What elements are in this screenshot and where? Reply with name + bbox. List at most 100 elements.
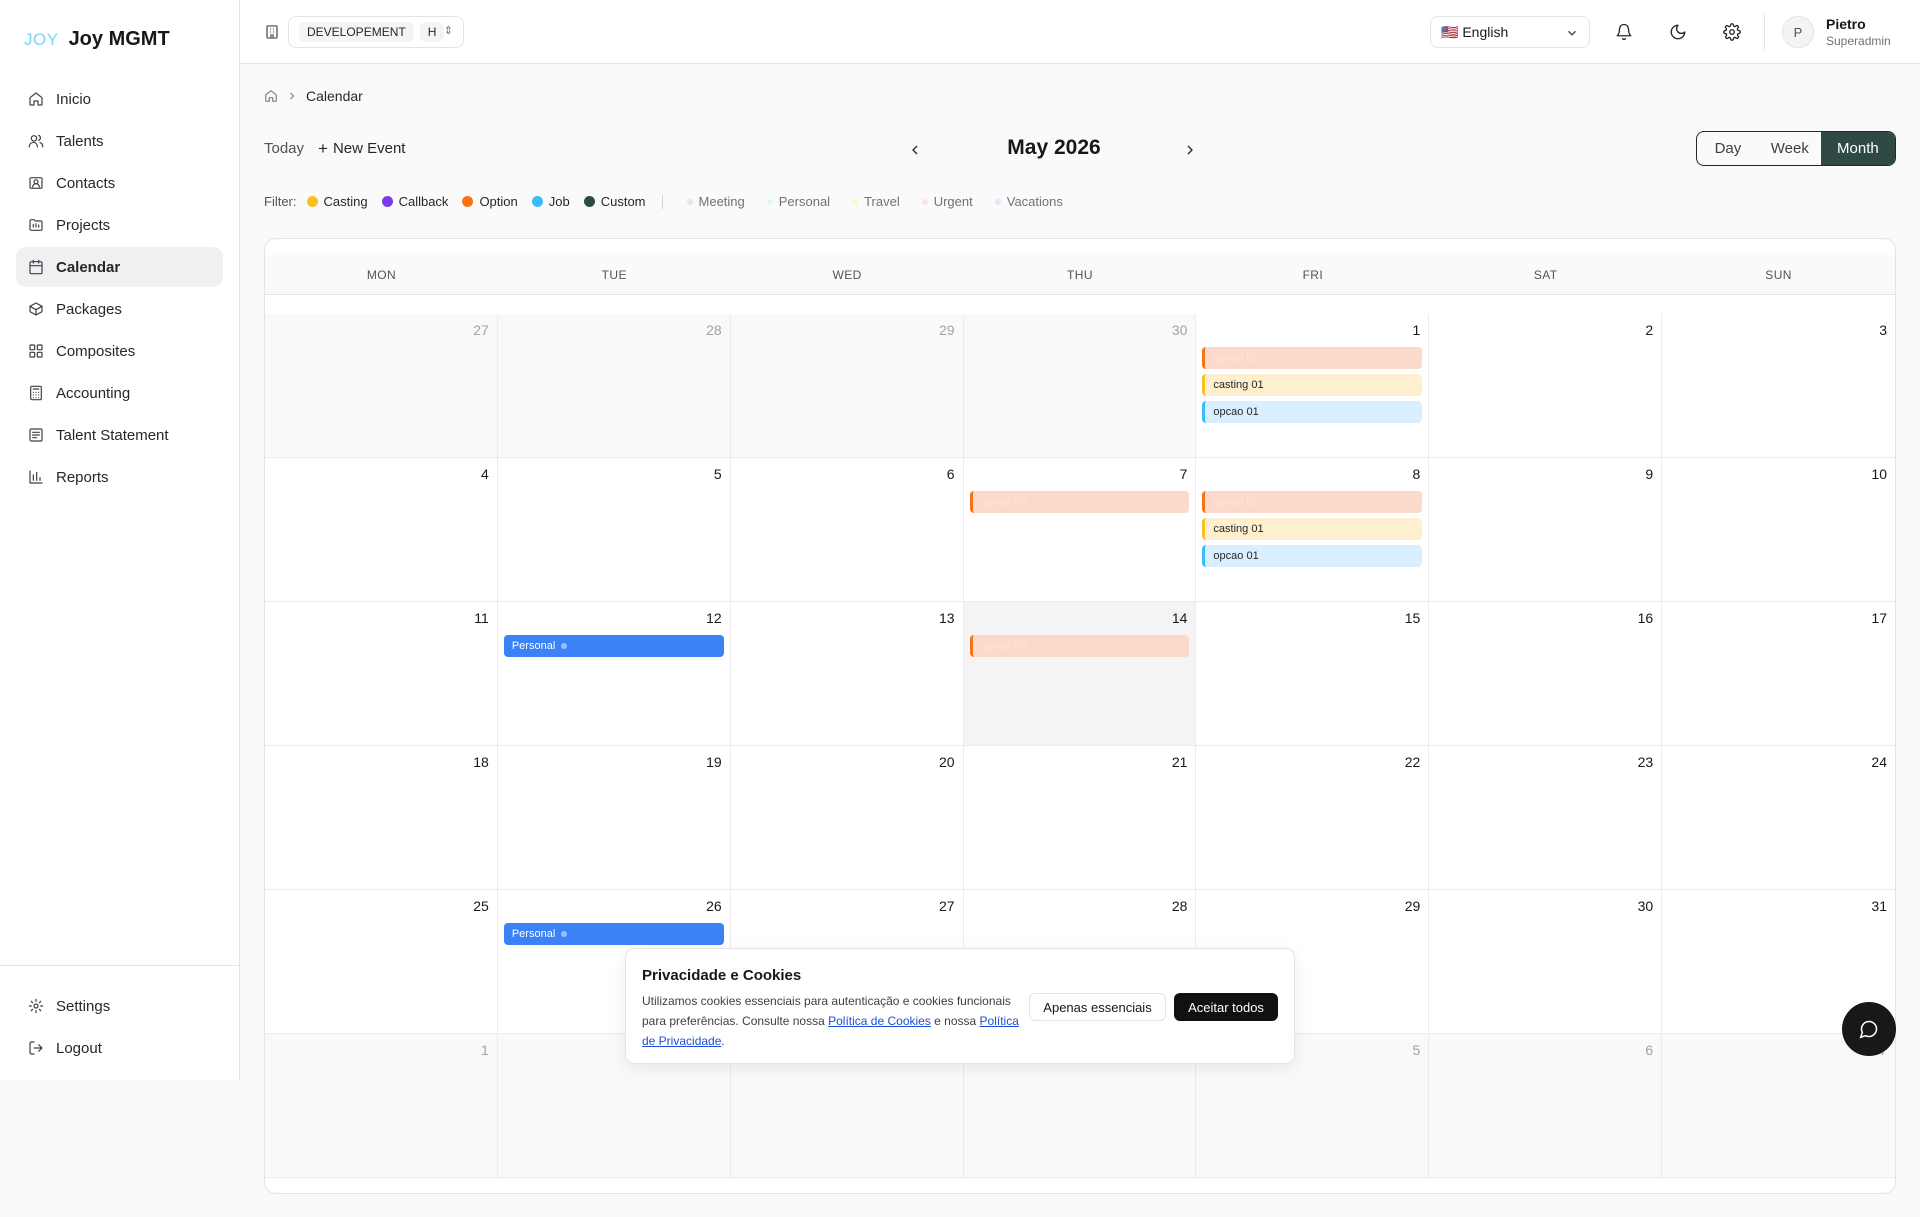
day-cell[interactable]: 6 — [1429, 1034, 1663, 1177]
filter-option[interactable]: Option — [462, 194, 518, 209]
tenant-select[interactable]: DEVELOPEMENT H ⇕ — [288, 16, 464, 48]
filter-color-dot — [462, 196, 474, 207]
day-number: 9 — [1645, 466, 1654, 482]
contact-icon — [28, 175, 44, 191]
day-cell[interactable]: 1 — [265, 1034, 498, 1177]
day-cell[interactable]: 22 — [1196, 746, 1430, 889]
event-casting[interactable]: casting 01 — [1202, 374, 1423, 396]
event-option[interactable]: opcao 05 — [969, 491, 1190, 513]
day-cell[interactable]: 30 — [1429, 890, 1663, 1033]
user-name[interactable]: Pietro — [1826, 16, 1866, 32]
day-cell[interactable]: 19 — [498, 746, 731, 889]
sidebar-item-accounting[interactable]: Accounting — [16, 373, 223, 413]
filter-urgent[interactable]: Urgent — [921, 194, 973, 209]
day-cell[interactable]: 1 opcao 01 casting 01 opcao 01 — [1196, 314, 1430, 457]
day-cell[interactable]: 5 — [498, 458, 731, 601]
home-icon[interactable] — [264, 89, 278, 103]
calendar-week-row: 11 12 Personal 13 14 opcao 05 15 16 17 — [265, 602, 1895, 746]
sidebar-item-talent-statement[interactable]: Talent Statement — [16, 415, 223, 455]
theme-toggle-button[interactable] — [1662, 16, 1694, 48]
day-cell[interactable]: 21 — [964, 746, 1197, 889]
weekday-thu: THU — [1067, 267, 1093, 282]
calculator-icon — [28, 385, 44, 401]
sidebar-item-contacts[interactable]: Contacts — [16, 163, 223, 203]
sidebar-item-inicio[interactable]: Inicio — [16, 79, 223, 119]
brand[interactable]: JOY Joy MGMT — [24, 28, 170, 51]
day-cell[interactable]: 15 — [1196, 602, 1430, 745]
day-cell[interactable]: 27 — [265, 314, 498, 457]
settings-button[interactable] — [1716, 16, 1748, 48]
filter-label-text: Option — [479, 194, 518, 209]
notifications-button[interactable] — [1608, 16, 1640, 48]
user-role: Superadmin — [1826, 34, 1891, 48]
day-cell[interactable]: 23 — [1429, 746, 1663, 889]
day-number: 4 — [481, 466, 489, 482]
day-cell[interactable]: 20 — [731, 746, 964, 889]
filter-meeting[interactable]: Meeting — [686, 194, 745, 209]
day-cell[interactable]: 9 — [1429, 458, 1663, 601]
day-cell[interactable]: 2 — [1429, 314, 1663, 457]
day-cell[interactable]: 13 — [731, 602, 964, 745]
filter-personal[interactable]: Personal — [766, 194, 830, 209]
event-option[interactable]: opcao 01 — [1202, 491, 1423, 513]
event-casting[interactable]: casting 01 — [1202, 518, 1423, 540]
view-month-button[interactable]: Month — [1820, 132, 1895, 165]
event-job[interactable]: opcao 01 — [1202, 401, 1423, 423]
day-cell[interactable]: 10 — [1662, 458, 1895, 601]
cookie-text-part: . — [721, 1034, 725, 1048]
plus-icon: + — [318, 139, 328, 158]
sidebar-item-reports[interactable]: Reports — [16, 457, 223, 497]
filter-vacations[interactable]: Vacations — [994, 194, 1063, 209]
day-cell[interactable]: 8 opcao 01 casting 01 opcao 01 — [1196, 458, 1430, 601]
day-cell[interactable]: 7 — [1662, 1034, 1895, 1177]
avatar[interactable]: P — [1782, 16, 1814, 48]
filter-job[interactable]: Job — [531, 194, 570, 209]
filter-callback[interactable]: Callback — [381, 194, 448, 209]
day-cell[interactable]: 24 — [1662, 746, 1895, 889]
essential-cookies-button[interactable]: Apenas essenciais — [1029, 993, 1166, 1021]
event-job[interactable]: opcao 01 — [1202, 545, 1423, 567]
day-cell[interactable]: 17 — [1662, 602, 1895, 745]
day-cell[interactable]: 18 — [265, 746, 498, 889]
day-cell[interactable]: 14 opcao 05 — [963, 602, 1197, 745]
day-number: 16 — [1637, 610, 1654, 626]
day-cell[interactable]: 11 — [265, 602, 498, 745]
filter-color-dot — [852, 198, 859, 205]
event-personal[interactable]: Personal — [503, 923, 724, 945]
day-cell[interactable]: 12 Personal — [498, 602, 731, 745]
sidebar-item-packages[interactable]: Packages — [16, 289, 223, 329]
event-option[interactable]: opcao 05 — [969, 635, 1190, 657]
day-cell[interactable]: 16 — [1429, 602, 1663, 745]
new-event-button[interactable]: + New Event — [318, 140, 405, 157]
sidebar-item-composites[interactable]: Composites — [16, 331, 223, 371]
day-cell[interactable]: 6 — [731, 458, 964, 601]
event-option[interactable]: opcao 01 — [1202, 347, 1423, 369]
day-cell[interactable]: 7 opcao 05 — [964, 458, 1197, 601]
day-cell[interactable]: 29 — [730, 314, 964, 457]
day-cell[interactable]: 30 — [963, 314, 1197, 457]
prev-month-button[interactable] — [901, 136, 929, 164]
cookie-policy-link[interactable]: Política de Cookies — [828, 1014, 931, 1028]
view-week-button[interactable]: Week — [1759, 132, 1821, 165]
view-day-button[interactable]: Day — [1697, 132, 1759, 165]
filter-travel[interactable]: Travel — [852, 194, 900, 209]
sidebar-item-projects[interactable]: Projects — [16, 205, 223, 245]
filter-custom[interactable]: Custom — [583, 194, 646, 209]
sidebar-item-logout[interactable]: Logout — [16, 1028, 223, 1068]
sidebar-item-calendar[interactable]: Calendar — [16, 247, 223, 287]
day-cell[interactable]: 3 — [1662, 314, 1895, 457]
day-cell[interactable]: 28 — [497, 314, 731, 457]
filter-label-text: Custom — [600, 194, 646, 209]
day-cell[interactable]: 4 — [265, 458, 498, 601]
today-button[interactable]: Today — [264, 140, 304, 157]
accept-all-cookies-button[interactable]: Aceitar todos — [1174, 993, 1278, 1021]
language-select[interactable]: 🇺🇸 English — [1430, 16, 1590, 48]
chat-button[interactable] — [1842, 1002, 1896, 1056]
filter-divider — [661, 194, 663, 209]
event-personal[interactable]: Personal — [503, 635, 724, 657]
next-month-button[interactable] — [1176, 136, 1204, 164]
day-cell[interactable]: 25 — [265, 890, 498, 1033]
sidebar-item-talents[interactable]: Talents — [16, 121, 223, 161]
sidebar-item-settings[interactable]: Settings — [16, 986, 223, 1026]
filter-casting[interactable]: Casting — [306, 194, 368, 209]
